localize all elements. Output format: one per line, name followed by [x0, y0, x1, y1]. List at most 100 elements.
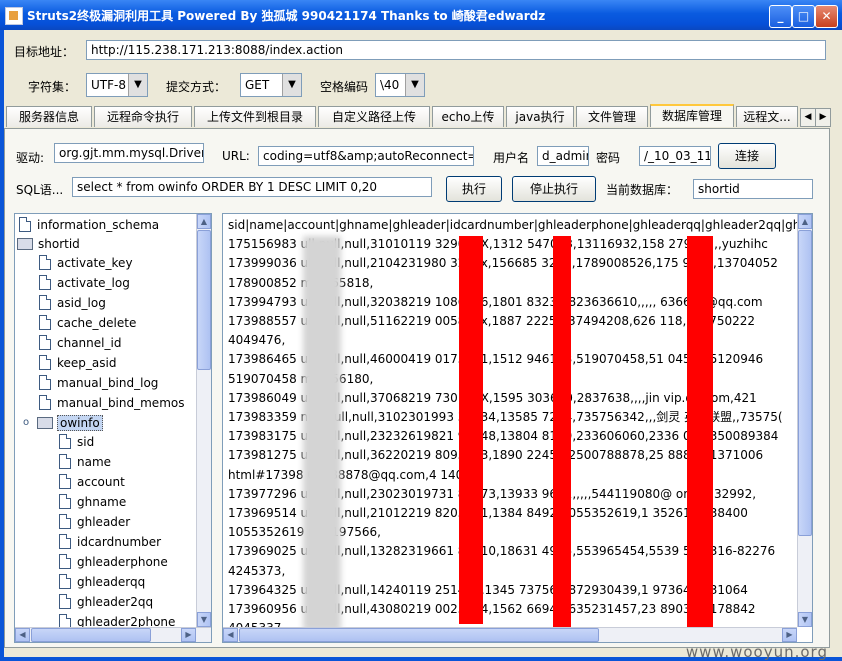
scroll-thumb[interactable] — [239, 628, 599, 642]
file-icon — [59, 494, 71, 509]
tree-node-ghleader2qq[interactable]: ghleader2qq — [59, 593, 153, 611]
file-icon — [39, 355, 51, 370]
results-horizontal-scrollbar[interactable]: ◀ ▶ — [223, 627, 797, 642]
stop-button[interactable]: 停止执行 — [512, 176, 596, 202]
space-encoding-value: \40 — [380, 78, 400, 92]
blurred-redaction — [303, 236, 341, 631]
tree-node-name[interactable]: name — [59, 453, 111, 471]
password-input[interactable]: /_10_03_11 — [639, 146, 711, 166]
file-icon — [39, 255, 51, 270]
file-icon — [59, 434, 71, 449]
scroll-thumb[interactable] — [798, 230, 812, 536]
file-icon — [59, 554, 71, 569]
url-label: URL: — [222, 149, 250, 163]
watermark: www.wooyun.org — [685, 643, 828, 661]
driver-input[interactable]: org.gjt.mm.mysql.Driver — [54, 143, 204, 163]
scroll-down-icon[interactable]: ▼ — [798, 612, 812, 627]
file-icon — [59, 594, 71, 609]
file-icon — [39, 335, 51, 350]
results-vertical-scrollbar[interactable]: ▲ ▼ — [797, 214, 812, 627]
connect-button[interactable]: 连接 — [718, 143, 776, 169]
maximize-button[interactable]: □ — [792, 5, 815, 28]
tab-server-info[interactable]: 服务器信息 — [6, 106, 92, 127]
result-row: 519070458 m,4056180, — [228, 371, 374, 386]
tree-node-sid[interactable]: sid — [59, 433, 94, 451]
tree-vertical-scrollbar[interactable]: ▲ ▼ — [196, 214, 211, 627]
tree-node-manual-bind-memos[interactable]: manual_bind_memos — [39, 394, 184, 412]
space-encoding-label: 空格编码 — [320, 80, 369, 94]
target-url-input[interactable]: http://115.238.171.213:8088/index.action — [86, 40, 826, 60]
scroll-up-icon[interactable]: ▲ — [197, 214, 211, 229]
tree-node-information-schema[interactable]: information_schema — [19, 216, 159, 234]
file-icon — [19, 217, 31, 232]
folder-icon — [37, 417, 53, 429]
file-icon — [39, 395, 51, 410]
current-db-label: 当前数据库： — [606, 183, 679, 197]
scroll-thumb[interactable] — [31, 628, 151, 642]
target-label: 目标地址： — [14, 45, 75, 59]
tree-node-idcardnumber[interactable]: idcardnumber — [59, 533, 161, 551]
scroll-right-icon[interactable]: ▶ — [782, 628, 797, 642]
charset-label: 字符集： — [28, 80, 77, 94]
tree-horizontal-scrollbar[interactable]: ◀ ▶ — [15, 627, 211, 642]
window-title: Struts2终极漏洞利用工具 Powered By 独孤城 990421174… — [27, 9, 546, 23]
tab-custom-upload[interactable]: 自定义路径上传 — [318, 106, 430, 127]
file-icon — [39, 375, 51, 390]
username-input[interactable]: d_admin — [537, 146, 589, 166]
tree-node-owinfo[interactable]: o owinfo — [23, 414, 103, 432]
tree-node-ghleader[interactable]: ghleader — [59, 513, 130, 531]
title-bar: Struts2终极漏洞利用工具 Powered By 独孤城 990421174… — [0, 0, 842, 30]
close-button[interactable]: ✕ — [815, 5, 838, 28]
tree-node-asid-log[interactable]: asid_log — [39, 294, 106, 312]
app-icon — [5, 7, 23, 25]
tree-node-shortid[interactable]: shortid — [17, 235, 80, 253]
sql-input[interactable]: select * from owinfo ORDER BY 1 DESC LIM… — [72, 177, 432, 197]
method-label: 提交方式： — [166, 80, 227, 94]
scroll-thumb[interactable] — [197, 230, 211, 370]
current-db-input[interactable]: shortid — [693, 179, 813, 199]
tab-java-exec[interactable]: java执行 — [506, 106, 574, 127]
scroll-down-icon[interactable]: ▼ — [197, 612, 211, 627]
redaction-bar — [459, 236, 483, 624]
driver-label: 驱动: — [16, 151, 45, 165]
scroll-right-icon[interactable]: ▶ — [181, 628, 196, 642]
tree-node-activate-log[interactable]: activate_log — [39, 274, 130, 292]
tree-node-ghname[interactable]: ghname — [59, 493, 126, 511]
result-row: 4049476, — [228, 333, 286, 348]
tab-echo-upload[interactable]: echo上传 — [432, 106, 504, 127]
tree-node-account[interactable]: account — [59, 473, 125, 491]
expand-handle-icon[interactable]: o — [23, 414, 29, 432]
tree-node-ghleaderqq[interactable]: ghleaderqq — [59, 573, 145, 591]
chevron-down-icon[interactable]: ▼ — [405, 74, 424, 96]
chevron-right-icon[interactable]: ▶ — [815, 108, 831, 127]
tree-node-channel-id[interactable]: channel_id — [39, 334, 121, 352]
tab-file-manager[interactable]: 文件管理 — [576, 106, 648, 127]
tree-node-activate-key[interactable]: activate_key — [39, 254, 133, 272]
tree-node-keep-asid[interactable]: keep_asid — [39, 354, 116, 372]
query-results[interactable]: sid|name|account|ghname|ghleader|idcardn… — [222, 213, 813, 643]
file-icon — [59, 474, 71, 489]
tab-database-manager[interactable]: 数据库管理 — [650, 104, 734, 127]
tree-node-manual-bind-log[interactable]: manual_bind_log — [39, 374, 158, 392]
tab-upload-root[interactable]: 上传文件到根目录 — [194, 106, 316, 127]
db-url-input[interactable]: coding=utf8&amp;autoReconnect=true — [258, 146, 474, 166]
space-encoding-select[interactable]: \40 ▼ — [375, 73, 425, 97]
chevron-left-icon[interactable]: ◀ — [800, 108, 816, 127]
method-select[interactable]: GET ▼ — [240, 73, 302, 97]
tab-remote-file[interactable]: 远程文... — [736, 106, 798, 127]
scroll-left-icon[interactable]: ◀ — [15, 628, 30, 642]
charset-select[interactable]: UTF-8 ▼ — [86, 73, 148, 97]
minimize-button[interactable]: _ — [769, 5, 792, 28]
result-row: html#17398 00788878@qq.com,4 140, — [228, 467, 468, 482]
scroll-left-icon[interactable]: ◀ — [223, 628, 238, 642]
username-label: 用户名 — [493, 151, 530, 165]
charset-value: UTF-8 — [91, 78, 126, 92]
tab-remote-command[interactable]: 远程命令执行 — [94, 106, 192, 127]
execute-button[interactable]: 执行 — [446, 176, 502, 202]
chevron-down-icon[interactable]: ▼ — [128, 74, 147, 96]
chevron-down-icon[interactable]: ▼ — [282, 74, 301, 96]
scroll-up-icon[interactable]: ▲ — [798, 214, 812, 229]
database-tree[interactable]: information_schema shortid activate_key … — [14, 213, 212, 643]
tree-node-cache-delete[interactable]: cache_delete — [39, 314, 136, 332]
tree-node-ghleaderphone[interactable]: ghleaderphone — [59, 553, 168, 571]
